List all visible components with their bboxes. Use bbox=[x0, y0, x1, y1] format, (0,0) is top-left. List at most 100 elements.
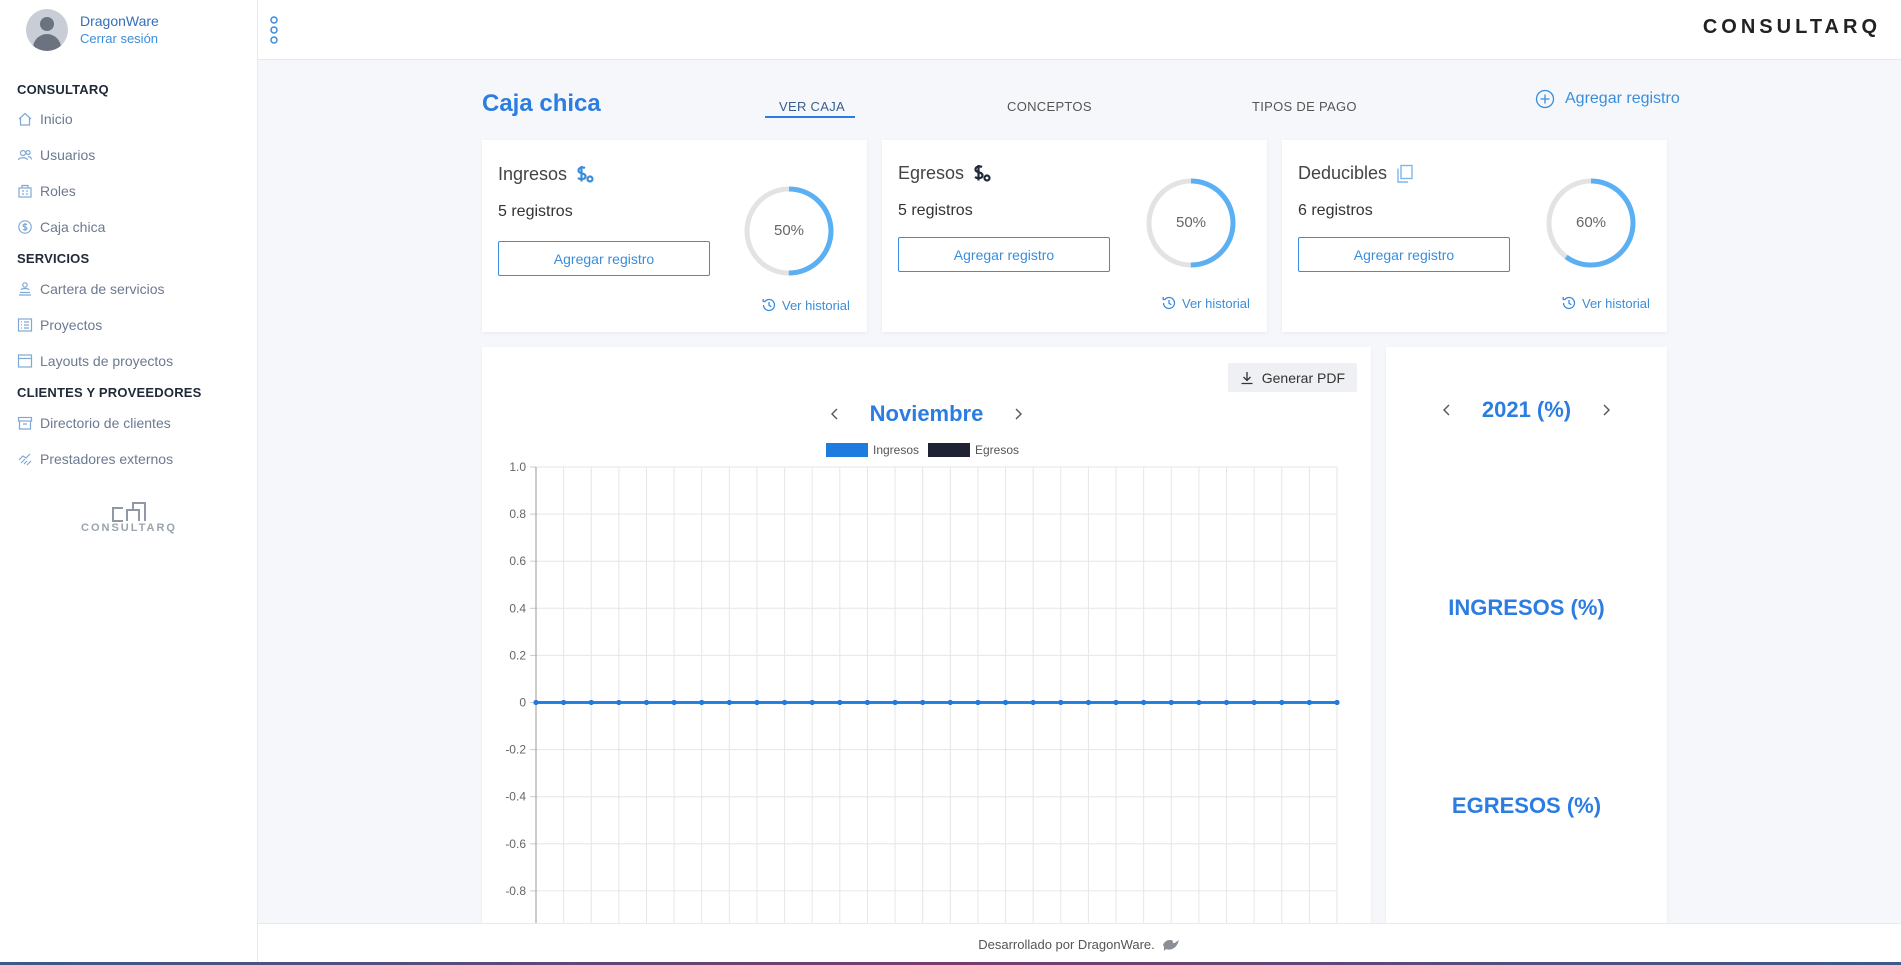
y-tick-label: -0.4 bbox=[505, 790, 526, 804]
sidebar-item-directorio-de-clientes[interactable]: Directorio de clientes bbox=[17, 415, 171, 431]
data-point-ingresos bbox=[975, 700, 981, 705]
view-history-link[interactable]: Ver historial bbox=[1561, 295, 1650, 311]
sidebar-item-label: Proyectos bbox=[40, 317, 103, 333]
avatar bbox=[26, 9, 68, 51]
sidebar-item-label: Layouts de proyectos bbox=[40, 353, 174, 369]
tab-tipos-de-pago[interactable]: TIPOS DE PAGO bbox=[1252, 99, 1357, 114]
y-tick-label: 0.4 bbox=[509, 601, 526, 615]
card-title-text: Ingresos bbox=[498, 164, 568, 184]
data-point-ingresos bbox=[837, 700, 843, 705]
data-point-ingresos bbox=[1141, 700, 1147, 705]
legend-swatch-ingresos bbox=[826, 443, 868, 457]
monthly-chart-card: Generar PDF Noviembre Ingresos Egresos 1.0… bbox=[482, 347, 1371, 965]
chevron-right-icon[interactable] bbox=[1011, 407, 1025, 421]
dragon-logo-icon bbox=[1162, 939, 1179, 951]
card-title: Deducibles bbox=[1298, 163, 1414, 184]
card-count: 5 registros bbox=[498, 203, 573, 220]
menu-toggle-icon[interactable] bbox=[268, 16, 280, 44]
data-point-ingresos bbox=[561, 700, 567, 705]
generate-pdf-button[interactable]: Generar PDF bbox=[1227, 363, 1357, 392]
sidebar-item-layouts-de-proyectos[interactable]: Layouts de proyectos bbox=[17, 353, 173, 369]
y-tick-label: 0 bbox=[519, 696, 526, 710]
sidebar-item-prestadores-externos[interactable]: Prestadores externos bbox=[17, 451, 173, 467]
documents-icon bbox=[1397, 164, 1413, 183]
card-title-text: Egresos bbox=[898, 163, 965, 183]
data-point-ingresos bbox=[809, 700, 815, 705]
dollar-icon bbox=[974, 164, 991, 182]
data-point-ingresos bbox=[1306, 700, 1312, 705]
card-add-record-button[interactable]: Agregar registro bbox=[898, 237, 1110, 272]
plus-circle-icon bbox=[1535, 89, 1555, 109]
data-point-ingresos bbox=[1003, 700, 1009, 705]
history-icon bbox=[1562, 296, 1576, 310]
data-point-ingresos bbox=[947, 700, 953, 705]
card-title-text: Deducibles bbox=[1298, 163, 1388, 183]
footer-text: Desarrollado por DragonWare. bbox=[978, 937, 1155, 952]
dollar-icon bbox=[577, 165, 594, 183]
active-tab-indicator bbox=[765, 116, 855, 118]
chevron-right-icon[interactable] bbox=[1599, 403, 1613, 417]
data-point-ingresos bbox=[892, 700, 898, 705]
yearly-summary-card: 2021 (%) INGRESOS (%) EGRESOS (%) bbox=[1386, 347, 1667, 965]
progress-percent: 60% bbox=[1575, 214, 1607, 231]
section-title-consultarq: CONSULTARQ bbox=[17, 82, 109, 97]
card-add-record-button[interactable]: Agregar registro bbox=[1298, 237, 1510, 272]
home-icon bbox=[18, 112, 32, 126]
brand-logo: CONSULTARQ bbox=[1702, 16, 1881, 38]
page-title: Caja chica bbox=[482, 90, 601, 117]
sidebar-item-roles[interactable]: Roles bbox=[17, 183, 76, 199]
sidebar-logo: CONSULTARQ bbox=[78, 502, 180, 534]
chevron-left-icon[interactable] bbox=[828, 407, 842, 421]
data-point-ingresos bbox=[1279, 700, 1285, 705]
y-tick-label: -0.8 bbox=[505, 884, 526, 898]
data-point-ingresos bbox=[671, 700, 677, 705]
legend-label-egresos: Egresos bbox=[975, 443, 1019, 457]
data-point-ingresos bbox=[1058, 700, 1064, 705]
progress-percent: 50% bbox=[773, 222, 805, 239]
card-egresos: Egresos 5 registros Agregar registro 50%… bbox=[882, 140, 1267, 332]
logout-link[interactable]: Cerrar sesión bbox=[80, 30, 159, 47]
card-title: Egresos bbox=[898, 163, 991, 184]
section-title-servicios: SERVICIOS bbox=[17, 251, 90, 266]
sidebar-item-proyectos[interactable]: Proyectos bbox=[17, 317, 102, 333]
tab-conceptos[interactable]: CONCEPTOS bbox=[1007, 99, 1092, 114]
card-add-record-button[interactable]: Agregar registro bbox=[498, 241, 710, 276]
card-deducibles: Deducibles 6 registros Agregar registro … bbox=[1282, 140, 1667, 332]
sidebar-item-label: Caja chica bbox=[40, 219, 106, 235]
data-point-ingresos bbox=[1334, 700, 1340, 705]
chevron-left-icon[interactable] bbox=[1440, 403, 1454, 417]
y-tick-label: 0.6 bbox=[509, 554, 526, 568]
sidebar-item-label: Usuarios bbox=[40, 147, 96, 163]
year-navigator: 2021 (%) bbox=[1386, 397, 1667, 423]
data-point-ingresos bbox=[864, 700, 870, 705]
y-tick-label: -0.2 bbox=[505, 743, 526, 757]
users-icon bbox=[17, 149, 33, 161]
footer: Desarrollado por DragonWare. bbox=[258, 923, 1901, 965]
dollar-circle-icon bbox=[18, 220, 32, 234]
topbar: CONSULTARQ bbox=[258, 0, 1901, 60]
user-panel: DragonWare Cerrar sesión bbox=[26, 9, 159, 51]
sidebar-item-caja-chica[interactable]: Caja chica bbox=[17, 219, 105, 235]
line-chart: Ingresos Egresos 1.0 0.8 0.6 0.4 0.2 0 -0.2 -0.4 -… bbox=[505, 443, 1340, 965]
data-point-ingresos bbox=[1113, 700, 1119, 705]
layout-icon bbox=[17, 354, 33, 368]
tab-ver-caja[interactable]: VER CAJA bbox=[779, 99, 845, 114]
sidebar-item-inicio[interactable]: Inicio bbox=[17, 111, 73, 127]
y-tick-label: 1.0 bbox=[509, 460, 526, 474]
add-record-button[interactable]: Agregar registro bbox=[1535, 89, 1680, 109]
view-history-link[interactable]: Ver historial bbox=[1161, 295, 1250, 311]
section-title-clientes-y-proveedores: CLIENTES Y PROVEEDORES bbox=[17, 385, 202, 400]
handshake-icon bbox=[18, 453, 32, 466]
view-history-link[interactable]: Ver historial bbox=[761, 297, 850, 313]
sidebar-item-label: Directorio de clientes bbox=[40, 415, 171, 431]
data-point-ingresos bbox=[1085, 700, 1091, 705]
sidebar-item-cartera-de-servicios[interactable]: Cartera de servicios bbox=[17, 281, 165, 297]
data-point-ingresos bbox=[726, 700, 732, 705]
legend-swatch-egresos bbox=[928, 443, 970, 457]
month-navigator: Noviembre bbox=[482, 401, 1371, 427]
data-point-ingresos bbox=[1251, 700, 1257, 705]
year-title: 2021 (%) bbox=[1481, 397, 1572, 422]
progress-percent: 50% bbox=[1175, 214, 1207, 231]
sidebar-item-usuarios[interactable]: Usuarios bbox=[17, 147, 95, 163]
data-point-ingresos bbox=[782, 700, 788, 705]
